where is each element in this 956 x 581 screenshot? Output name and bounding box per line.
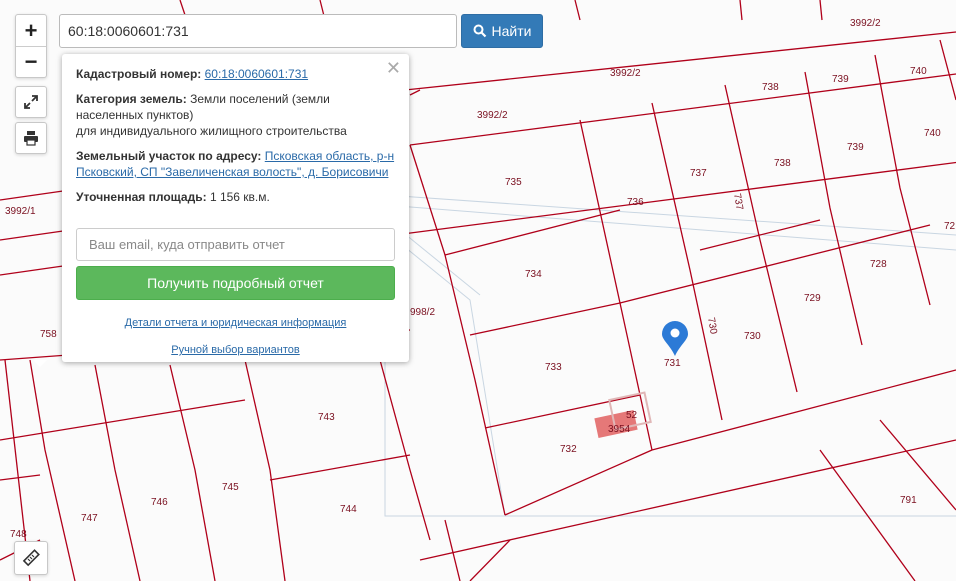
svg-text:748: 748 (10, 529, 27, 540)
printer-icon (24, 131, 38, 146)
details-link-row: Детали отчета и юридическая информация (76, 317, 395, 329)
svg-text:3992/2: 3992/2 (610, 68, 641, 79)
svg-text:733: 733 (545, 362, 562, 373)
cadastral-search-input[interactable] (59, 14, 457, 48)
find-button-label: Найти (491, 23, 532, 39)
svg-text:745: 745 (222, 482, 239, 493)
svg-text:791: 791 (900, 495, 917, 506)
svg-text:746: 746 (151, 497, 168, 508)
manual-link-row: Ручной выбор вариантов (76, 344, 395, 356)
ruler-button[interactable] (14, 541, 48, 575)
svg-text:731: 731 (664, 358, 681, 369)
svg-text:3992/2: 3992/2 (850, 18, 881, 29)
svg-text:739: 739 (847, 142, 864, 153)
cadastral-number-row: Кадастровый номер: 60:18:0060601:731 (76, 66, 395, 82)
print-button[interactable] (15, 122, 47, 154)
expand-arrows-icon (24, 95, 38, 109)
svg-text:3992/1: 3992/1 (5, 206, 36, 217)
svg-text:744: 744 (340, 504, 357, 515)
zoom-control: + − (15, 14, 47, 78)
close-icon[interactable]: ✕ (386, 58, 401, 79)
svg-text:72: 72 (944, 221, 956, 232)
svg-text:735: 735 (505, 177, 522, 188)
svg-text:728: 728 (870, 259, 887, 270)
svg-text:738: 738 (762, 82, 779, 93)
manual-selection-link[interactable]: Ручной выбор вариантов (171, 344, 299, 356)
svg-text:998/2: 998/2 (410, 307, 435, 318)
address-label: Земельный участок по адресу: (76, 149, 262, 163)
zoom-in-button[interactable]: + (16, 16, 46, 46)
svg-text:3992/2: 3992/2 (477, 110, 508, 121)
svg-text:3954: 3954 (608, 424, 631, 435)
svg-text:734: 734 (525, 269, 542, 280)
svg-text:730: 730 (744, 331, 761, 342)
get-report-button[interactable]: Получить подробный отчет (76, 266, 395, 300)
svg-text:740: 740 (910, 66, 927, 77)
report-details-link[interactable]: Детали отчета и юридическая информация (125, 317, 347, 329)
svg-text:738: 738 (774, 158, 791, 169)
email-field[interactable] (76, 228, 395, 261)
land-purpose: для индивидуального жилищного строительс… (76, 124, 347, 138)
svg-text:739: 739 (832, 74, 849, 85)
find-button[interactable]: Найти (461, 14, 543, 48)
area-value: 1 156 кв.м. (209, 190, 270, 204)
svg-text:732: 732 (560, 444, 577, 455)
svg-text:743: 743 (318, 412, 335, 423)
ruler-icon (22, 549, 40, 567)
svg-text:747: 747 (81, 513, 98, 524)
popup-tail (33, 360, 47, 367)
cadastral-number-link[interactable]: 60:18:0060601:731 (205, 67, 308, 81)
category-row: Категория земель: Земли поселений (земли… (76, 91, 395, 139)
category-label: Категория земель: (76, 92, 187, 106)
svg-text:737: 737 (690, 168, 707, 179)
address-row: Земельный участок по адресу: Псковская о… (76, 148, 395, 180)
svg-text:736: 736 (627, 197, 644, 208)
zoom-out-button[interactable]: − (16, 47, 46, 77)
svg-text:729: 729 (804, 293, 821, 304)
svg-text:52: 52 (626, 410, 638, 421)
parcel-info-popup: ✕ Кадастровый номер: 60:18:0060601:731 К… (62, 54, 409, 362)
fullscreen-button[interactable] (15, 86, 47, 118)
area-label: Уточненная площадь: (76, 190, 207, 204)
svg-text:740: 740 (924, 128, 941, 139)
svg-text:758: 758 (40, 329, 57, 340)
cadastral-label: Кадастровый номер: (76, 67, 202, 81)
search-icon (473, 24, 486, 38)
area-row: Уточненная площадь: 1 156 кв.м. (76, 189, 395, 205)
